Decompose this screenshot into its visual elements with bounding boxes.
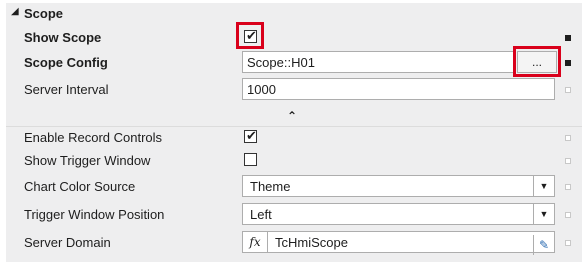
property-set-indicator — [565, 60, 571, 66]
property-default-indicator — [565, 240, 571, 246]
dropdown-arrow-icon[interactable]: ▼ — [533, 176, 554, 196]
chart-color-source-dropdown[interactable]: Theme ▼ — [242, 175, 555, 197]
chevron-up-icon[interactable]: ⌃ — [287, 109, 297, 123]
server-domain-value: TcHmiScope — [275, 235, 348, 250]
property-set-indicator — [565, 35, 571, 41]
chart-color-source-label: Chart Color Source — [24, 179, 136, 194]
server-interval-label: Server Interval — [24, 82, 109, 97]
property-default-indicator — [565, 87, 571, 93]
scope-config-field[interactable]: Scope::H01 — [242, 51, 516, 73]
scope-config-value: Scope::H01 — [247, 55, 315, 70]
server-interval-field[interactable]: 1000 — [242, 78, 555, 100]
row-server-domain: Server Domain fx TcHmiScope ✎ — [6, 230, 582, 256]
row-server-interval: Server Interval 1000 — [6, 77, 582, 103]
property-default-indicator — [565, 184, 571, 190]
show-trigger-window-label: Show Trigger Window — [24, 153, 151, 168]
row-show-trigger-window: Show Trigger Window — [6, 148, 582, 174]
property-default-indicator — [565, 158, 571, 164]
scope-config-label: Scope Config — [24, 55, 108, 70]
chart-color-source-value: Theme — [250, 179, 291, 194]
trigger-window-position-value: Left — [250, 207, 272, 222]
trigger-window-position-label: Trigger Window Position — [24, 207, 165, 222]
row-show-scope: Show Scope ✔ — [6, 22, 582, 51]
highlight-box — [236, 22, 264, 49]
trigger-window-position-dropdown[interactable]: Left ▼ — [242, 203, 555, 225]
dropdown-arrow-icon[interactable]: ▼ — [533, 204, 554, 224]
row-scope-config: Scope Config Scope::H01 ... — [6, 46, 582, 77]
show-trigger-window-checkbox[interactable] — [244, 153, 257, 166]
checkmark-icon: ✔ — [246, 128, 257, 143]
section-title: Scope — [24, 6, 64, 21]
row-chart-color-source: Chart Color Source Theme ▼ — [6, 174, 582, 200]
server-domain-label: Server Domain — [24, 235, 111, 250]
enable-record-controls-checkbox[interactable]: ✔ — [244, 128, 257, 143]
properties-panel: ◢ Scope Show Scope ✔ Scope Config Scope:… — [6, 3, 582, 262]
fx-icon[interactable]: fx — [243, 232, 268, 252]
row-trigger-window-position: Trigger Window Position Left ▼ — [6, 202, 582, 228]
server-interval-value: 1000 — [247, 82, 276, 97]
scope-section-header[interactable]: ◢ Scope — [6, 3, 582, 25]
server-domain-field[interactable]: fx TcHmiScope ✎ — [242, 231, 555, 255]
edit-icon[interactable]: ✎ — [533, 235, 554, 255]
property-default-indicator — [565, 135, 571, 141]
show-scope-label: Show Scope — [24, 30, 102, 45]
property-default-indicator — [565, 212, 571, 218]
highlight-box — [513, 46, 561, 77]
collapse-arrow-icon[interactable]: ◢ — [11, 6, 19, 17]
enable-record-controls-label: Enable Record Controls — [24, 130, 163, 145]
